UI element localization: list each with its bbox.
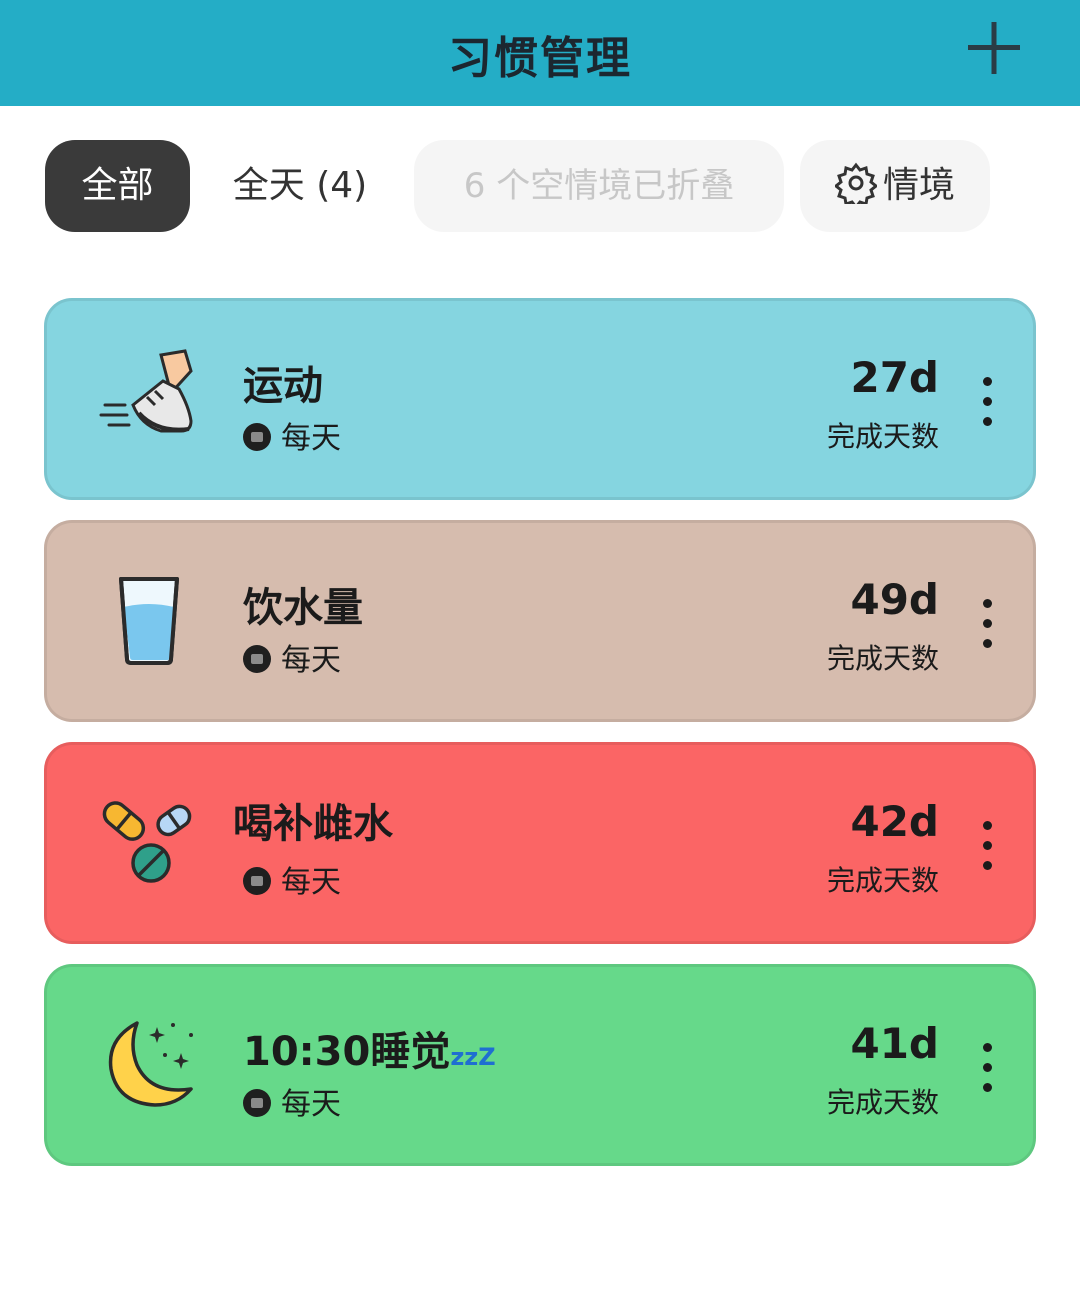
crescent-moon-icon <box>108 1021 193 1107</box>
habit-frequency: 每天 <box>243 1079 341 1123</box>
water-glass-icon <box>119 577 179 665</box>
pills-icon <box>102 801 192 883</box>
habit-name: 运动 <box>243 363 323 409</box>
app-header: 习惯管理 <box>0 0 1080 106</box>
completed-days-value: 27d <box>850 353 939 402</box>
context-filter-bar: 全部 全天 (4) 6 个空情境已折叠 情境 <box>0 140 1080 232</box>
habit-frequency: 每天 <box>243 413 341 457</box>
habit-card-exercise[interactable]: 运动 每天 27d 完成天数 <box>44 298 1036 500</box>
plus-icon[interactable] <box>962 20 1026 76</box>
running-shoe-icon <box>99 349 193 433</box>
calendar-icon <box>243 422 271 451</box>
more-options-icon[interactable] <box>979 599 995 649</box>
sleep-zzz-text: zzZ <box>450 1043 496 1071</box>
more-options-icon[interactable] <box>979 821 995 871</box>
completed-days-label: 完成天数 <box>826 642 939 675</box>
frequency-label: 每天 <box>281 643 341 678</box>
frequency-label: 每天 <box>281 421 341 456</box>
calendar-icon <box>243 1088 271 1117</box>
more-options-icon[interactable] <box>979 1043 995 1093</box>
context-settings-button[interactable]: 情境 <box>800 140 990 232</box>
frequency-label: 每天 <box>281 1087 341 1122</box>
calendar-icon <box>243 644 271 673</box>
completed-days-value: 41d <box>850 1019 939 1068</box>
gear-icon <box>833 162 879 210</box>
habit-card-sleep[interactable]: 10:30睡觉zzZ 每天 41d 完成天数 <box>44 964 1036 1166</box>
more-options-icon[interactable] <box>979 377 995 427</box>
habit-card-water[interactable]: 饮水量 每天 49d 完成天数 <box>44 520 1036 722</box>
habit-frequency: 每天 <box>243 635 341 679</box>
habit-frequency: 每天 <box>243 857 341 901</box>
habit-name-text: 10:30睡觉 <box>243 1029 451 1075</box>
page-title: 习惯管理 <box>448 33 632 84</box>
completed-days-label: 完成天数 <box>826 420 939 453</box>
habit-name: 饮水量 <box>243 585 363 631</box>
completed-days-value: 49d <box>850 575 939 624</box>
frequency-label: 每天 <box>281 865 341 900</box>
context-settings-label: 情境 <box>882 165 955 206</box>
completed-days-value: 42d <box>850 797 939 846</box>
completed-days-label: 完成天数 <box>826 864 939 897</box>
habit-name: 喝补雌水 <box>233 801 393 847</box>
filter-all-button[interactable]: 全部 <box>45 140 190 232</box>
folded-contexts-button[interactable]: 6 个空情境已折叠 <box>414 140 784 232</box>
habit-card-supplement[interactable]: 喝补雌水 每天 42d 完成天数 <box>44 742 1036 944</box>
habit-name: 10:30睡觉zzZ <box>243 1019 496 1077</box>
completed-days-label: 完成天数 <box>826 1086 939 1119</box>
calendar-icon <box>243 866 271 895</box>
filter-all-day-button[interactable]: 全天 (4) <box>214 140 386 232</box>
